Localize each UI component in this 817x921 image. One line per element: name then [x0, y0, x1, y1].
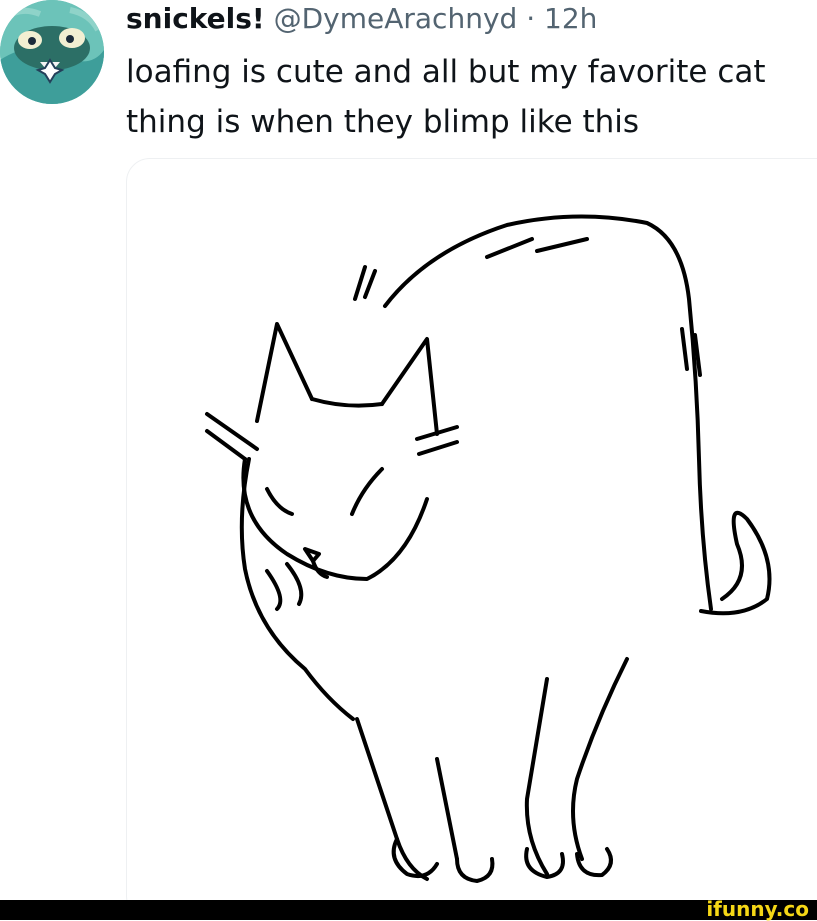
- tweet-text: loafing is cute and all but my favorite …: [126, 54, 766, 140]
- ifunny-watermark[interactable]: ifunny.co: [706, 898, 809, 920]
- tweet: snickels! @DymeArachnyd · 12h loafing is…: [0, 0, 817, 920]
- avatar[interactable]: [0, 0, 104, 104]
- display-name[interactable]: snickels!: [126, 2, 265, 35]
- user-handle[interactable]: @DymeArachnyd: [274, 2, 518, 35]
- cartoon-character-avatar-icon: [0, 0, 104, 104]
- cat-line-drawing-icon: [205, 214, 772, 883]
- tweet-media[interactable]: [126, 158, 817, 920]
- watermark-bar: ifunny.co: [0, 898, 817, 920]
- separator-dot: ·: [526, 2, 536, 35]
- tweet-header: snickels! @DymeArachnyd · 12h: [126, 0, 597, 38]
- timestamp[interactable]: 12h: [544, 2, 597, 35]
